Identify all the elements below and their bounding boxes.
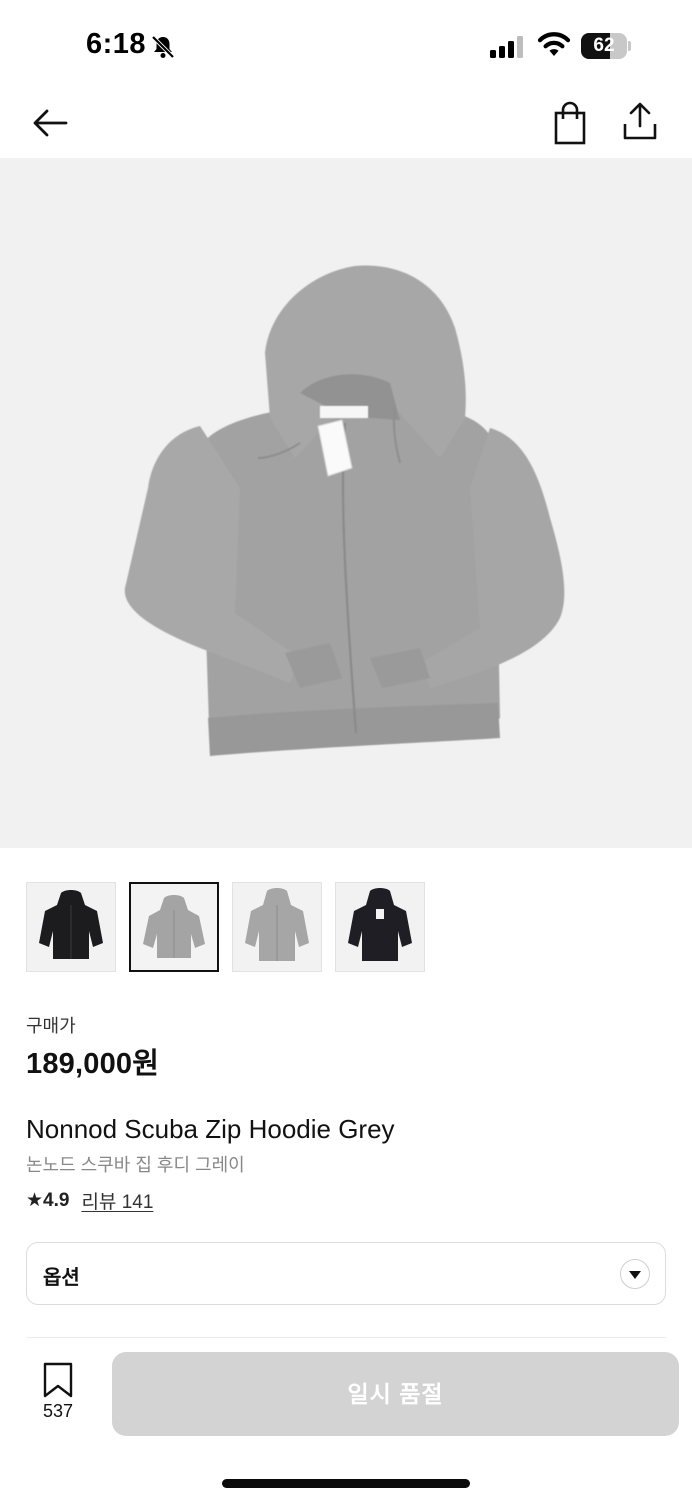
product-name: Nonnod Scuba Zip Hoodie Grey	[26, 1114, 395, 1144]
black-hoodie-thumbnail	[39, 890, 103, 959]
back-button[interactable]	[26, 100, 76, 146]
black-hoodie-thumbnail	[348, 888, 412, 961]
rating-row: ★4.9 리뷰 141	[26, 1186, 153, 1214]
reviews-link[interactable]: 리뷰 141	[81, 1187, 153, 1214]
bookmark-count: 537	[42, 1401, 74, 1421]
thumbnail-3[interactable]	[232, 882, 322, 972]
thumbnail-1[interactable]	[26, 882, 116, 972]
shopping-bag-button[interactable]	[548, 100, 592, 146]
rating-value: ★4.9	[26, 1189, 70, 1211]
product-hero-image[interactable]	[0, 158, 692, 848]
battery-indicator: 62	[581, 33, 631, 59]
shopping-bag-icon	[554, 101, 586, 145]
divider	[26, 1337, 666, 1338]
bookmark-button[interactable]: 537	[30, 1362, 86, 1426]
thumbnail-2[interactable]	[129, 882, 219, 972]
grey-hoodie-thumbnail	[143, 895, 205, 958]
option-label: 옵션	[43, 1267, 80, 1289]
thumbnail-strip	[26, 882, 666, 972]
status-time: 6:18	[86, 28, 147, 60]
price: 189,000원	[26, 1048, 160, 1080]
battery-body: 62	[581, 33, 627, 59]
cellular-signal-icon	[490, 36, 523, 58]
home-indicator[interactable]	[222, 1479, 470, 1488]
thumbnail-4[interactable]	[335, 882, 425, 972]
caret-down-icon	[620, 1259, 650, 1289]
price-label: 구매가	[26, 1016, 76, 1036]
bookmark-icon	[43, 1362, 73, 1398]
product-name-korean: 논노드 스쿠바 집 후디 그레이	[26, 1155, 245, 1175]
sold-out-button[interactable]: 일시 품절	[112, 1352, 679, 1436]
sold-out-label: 일시 품절	[347, 1381, 444, 1407]
grey-hoodie-thumbnail	[245, 888, 309, 961]
wifi-icon	[537, 32, 571, 56]
share-icon	[623, 102, 657, 140]
arrow-left-icon	[33, 109, 68, 137]
battery-cap	[628, 41, 631, 51]
hoodie-illustration	[124, 265, 565, 756]
top-nav-bar	[0, 90, 692, 158]
share-button[interactable]	[618, 98, 662, 146]
battery-level: 62	[593, 35, 615, 56]
option-select[interactable]: 옵션	[26, 1242, 666, 1305]
bell-muted-icon	[151, 35, 175, 59]
status-bar: 6:18 62	[0, 0, 692, 90]
